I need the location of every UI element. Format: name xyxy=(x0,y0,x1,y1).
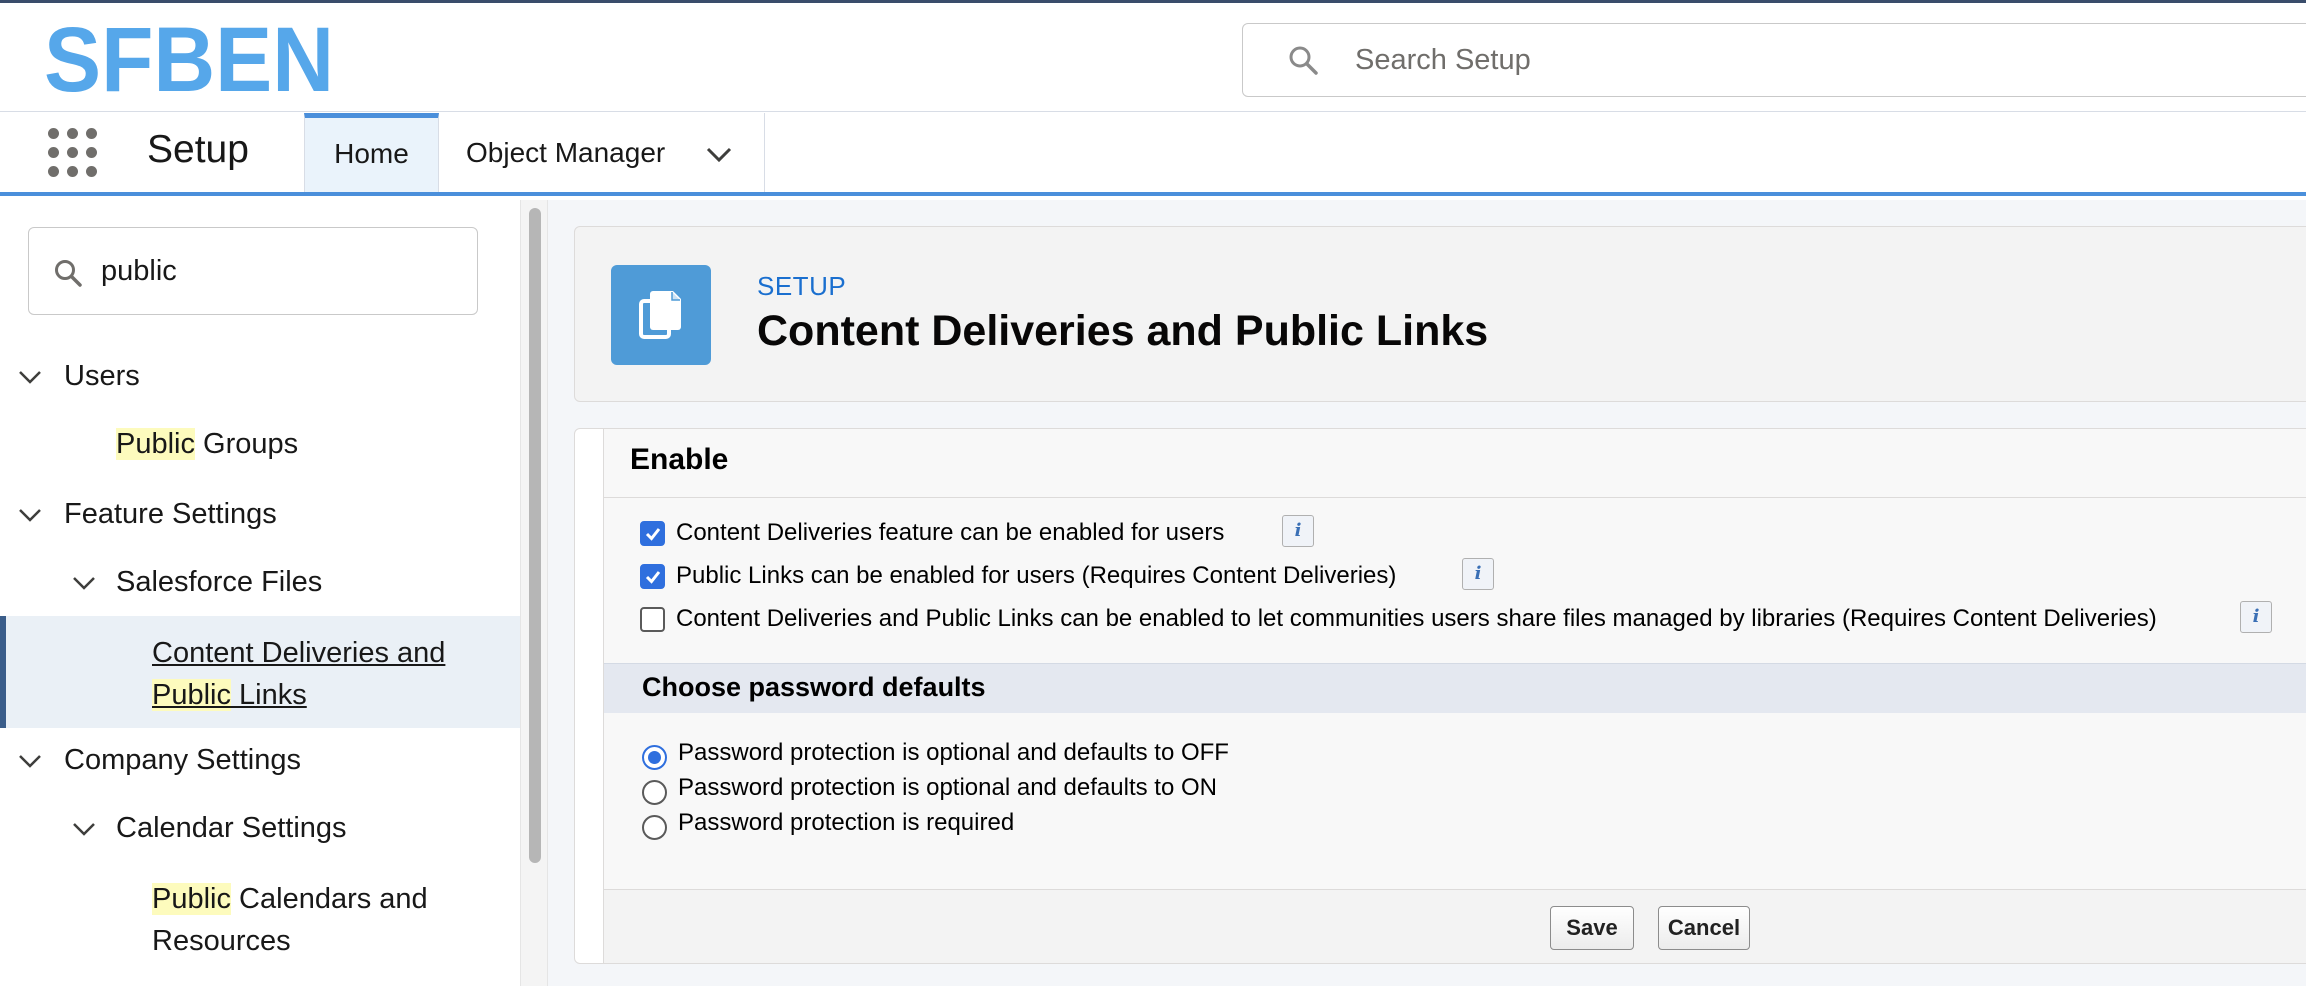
checkbox-label: Content Deliveries and Public Links can … xyxy=(676,605,2157,632)
tree-item-public-calendars[interactable]: Public Calendars and Resources xyxy=(152,878,428,962)
setup-sidebar: Users Public Groups Feature Settings Sal… xyxy=(0,200,520,986)
chevron-down-icon[interactable] xyxy=(18,754,42,770)
settings-form: Enable Content Deliveries feature can be… xyxy=(603,429,2306,963)
password-section-title: Choose password defaults xyxy=(642,672,986,702)
enable-section-title: Enable xyxy=(630,443,729,476)
page-header: SETUP Content Deliveries and Public Link… xyxy=(574,226,2306,402)
divider xyxy=(604,497,2306,498)
tab-object-manager-label: Object Manager xyxy=(466,137,666,168)
search-highlight: Public xyxy=(152,883,231,915)
scrollbar-thumb[interactable] xyxy=(529,208,541,863)
app-name: Setup xyxy=(147,128,249,171)
info-icon[interactable]: i xyxy=(2240,601,2272,633)
tree-item-salesforce-files[interactable]: Salesforce Files xyxy=(116,566,322,599)
app-launcher-icon[interactable] xyxy=(48,128,98,178)
tree-item-public-groups[interactable]: Public Groups xyxy=(116,428,298,461)
global-header: SFBEN xyxy=(0,0,2306,112)
public-links-checkbox[interactable] xyxy=(640,564,665,589)
save-button[interactable]: Save xyxy=(1550,906,1634,950)
checkbox-label: Public Links can be enabled for users (R… xyxy=(676,562,1397,589)
radio-label: Password protection is required xyxy=(678,809,1015,836)
quick-find-box[interactable] xyxy=(28,227,478,315)
tree-item-users[interactable]: Users xyxy=(64,360,140,393)
tree-item-content-deliveries[interactable]: Content Deliveries and Public Links xyxy=(152,632,445,716)
content-deliveries-checkbox[interactable] xyxy=(640,521,665,546)
tab-object-manager[interactable]: Object Manager xyxy=(440,113,765,192)
search-icon xyxy=(1289,46,1318,75)
communities-libraries-checkbox[interactable] xyxy=(640,607,665,632)
radio-label: Password protection is optional and defa… xyxy=(678,739,1229,766)
cancel-button[interactable]: Cancel xyxy=(1658,906,1750,950)
search-highlight: Public xyxy=(152,679,231,711)
chevron-down-icon[interactable] xyxy=(18,508,42,524)
chevron-down-icon[interactable] xyxy=(18,370,42,386)
password-optional-off-radio[interactable] xyxy=(642,745,667,770)
password-section-header: Choose password defaults xyxy=(604,663,2306,713)
chevron-down-icon[interactable] xyxy=(72,822,96,838)
company-logo[interactable]: SFBEN xyxy=(44,17,334,101)
search-setup-input[interactable] xyxy=(1355,38,2255,82)
main-content: SETUP Content Deliveries and Public Link… xyxy=(548,200,2306,986)
password-optional-on-radio[interactable] xyxy=(642,780,667,805)
app-nav-bar: Setup Home Object Manager xyxy=(0,112,2306,196)
tab-home-label: Home xyxy=(334,138,409,169)
form-button-bar: Save Cancel xyxy=(604,889,2306,963)
radio-label: Password protection is optional and defa… xyxy=(678,774,1217,801)
page-kicker: SETUP xyxy=(757,271,847,301)
info-icon[interactable]: i xyxy=(1462,558,1494,590)
sidebar-scrollbar[interactable] xyxy=(520,200,548,986)
page-title: Content Deliveries and Public Links xyxy=(757,307,1489,355)
quick-find-input[interactable] xyxy=(101,248,461,294)
tree-item-calendar-settings[interactable]: Calendar Settings xyxy=(116,812,347,845)
logo-text: SFBEN xyxy=(44,17,334,101)
settings-panel: Enable Content Deliveries feature can be… xyxy=(574,428,2306,964)
file-copy-icon xyxy=(611,265,711,365)
tab-home[interactable]: Home xyxy=(304,113,439,192)
search-highlight: Public xyxy=(116,428,195,460)
global-search[interactable] xyxy=(1242,23,2306,97)
tree-item-feature-settings[interactable]: Feature Settings xyxy=(64,498,277,531)
password-required-radio[interactable] xyxy=(642,815,667,840)
tree-item-company-settings[interactable]: Company Settings xyxy=(64,744,301,777)
search-icon xyxy=(55,260,82,287)
info-icon[interactable]: i xyxy=(1282,515,1314,547)
checkbox-label: Content Deliveries feature can be enable… xyxy=(676,519,1225,546)
chevron-down-icon[interactable] xyxy=(72,576,96,592)
chevron-down-icon[interactable] xyxy=(706,147,732,163)
